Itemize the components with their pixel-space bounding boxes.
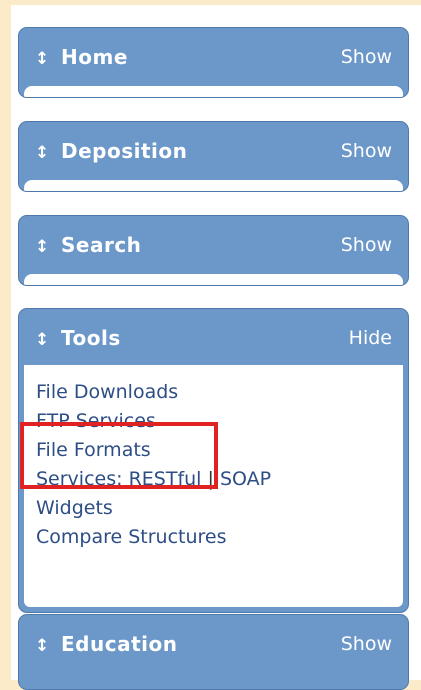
panel-footer	[24, 86, 403, 97]
up-down-arrow-icon: ↕	[35, 143, 50, 163]
soap-link[interactable]: SOAP	[220, 468, 271, 490]
up-down-arrow-icon: ↕	[35, 49, 50, 69]
show-toggle[interactable]: Show	[341, 46, 392, 68]
panel-home-header[interactable]: ↕ Home Show	[19, 28, 408, 84]
panel-title: ↕ Home	[35, 45, 128, 69]
show-toggle[interactable]: Show	[341, 140, 392, 162]
up-down-arrow-icon: ↕	[35, 636, 50, 656]
hide-toggle[interactable]: Hide	[349, 327, 392, 349]
panel-footer	[24, 180, 403, 191]
panel-tools-header[interactable]: ↕ Tools Hide	[19, 309, 408, 365]
list-item: File Downloads	[36, 378, 271, 407]
compare-structures-link[interactable]: Compare Structures	[36, 526, 227, 548]
up-down-arrow-icon: ↕	[35, 237, 50, 257]
show-toggle[interactable]: Show	[341, 234, 392, 256]
panel-title: ↕ Deposition	[35, 139, 188, 163]
panel-education-header[interactable]: ↕ Education Show	[19, 615, 408, 671]
list-item: Widgets	[36, 494, 271, 523]
show-toggle[interactable]: Show	[341, 633, 392, 655]
panel-deposition-header[interactable]: ↕ Deposition Show	[19, 122, 408, 178]
up-down-arrow-icon: ↕	[35, 330, 50, 350]
panel-title: ↕ Search	[35, 233, 142, 257]
panel-search: ↕ Search Show	[18, 215, 409, 286]
panel-title: ↕ Education	[35, 632, 178, 656]
panel-title: ↕ Tools	[35, 326, 121, 350]
panel-search-header[interactable]: ↕ Search Show	[19, 216, 408, 272]
panel-education: ↕ Education Show	[18, 614, 409, 690]
panel-deposition: ↕ Deposition Show	[18, 121, 409, 192]
panel-footer	[24, 274, 403, 285]
widgets-link[interactable]: Widgets	[36, 497, 113, 519]
highlight-box	[20, 422, 218, 489]
file-downloads-link[interactable]: File Downloads	[36, 381, 178, 403]
panel-home: ↕ Home Show	[18, 27, 409, 98]
list-item: Compare Structures	[36, 523, 271, 552]
